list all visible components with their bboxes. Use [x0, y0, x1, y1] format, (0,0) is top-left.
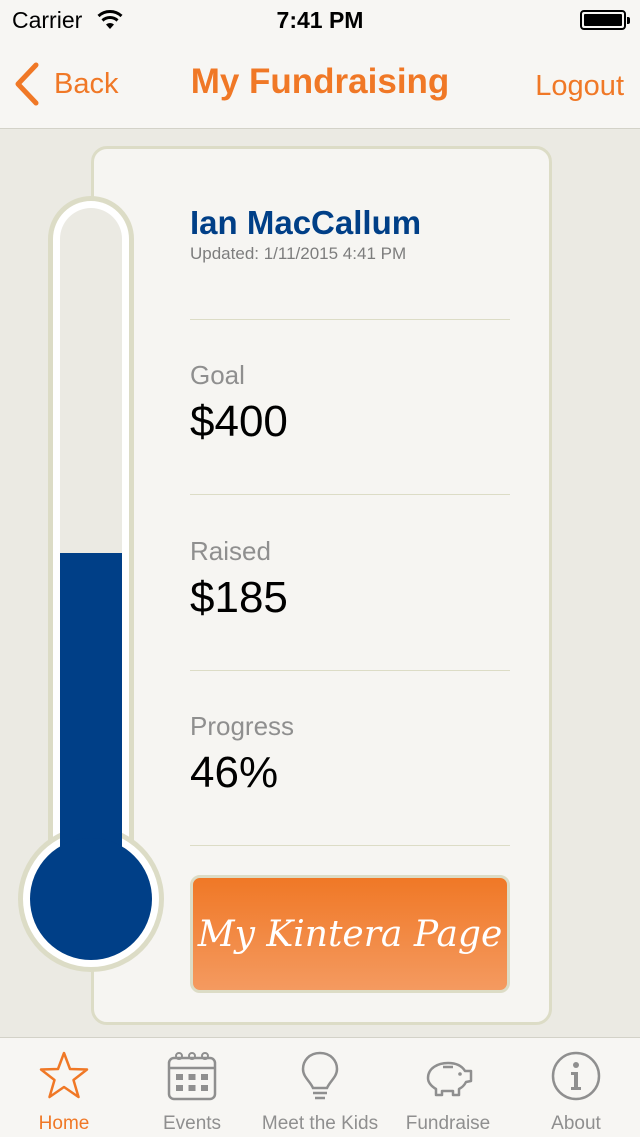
tab-label-meet-the-kids: Meet the Kids — [261, 1113, 379, 1134]
tab-events[interactable]: Events — [128, 1038, 256, 1137]
tab-label-events: Events — [162, 1113, 222, 1134]
divider — [190, 319, 510, 320]
battery-icon — [580, 10, 630, 30]
my-kintera-page-button[interactable]: My Kintera Page — [190, 875, 510, 993]
divider — [190, 845, 510, 846]
progress-value: 46% — [190, 748, 279, 797]
goal-value: $400 — [190, 397, 288, 446]
tab-label-about: About — [551, 1113, 601, 1134]
tab-fundraise[interactable]: Fundraise — [384, 1038, 512, 1137]
star-icon — [39, 1051, 89, 1099]
raised-label: Raised — [190, 536, 271, 566]
piggy-bank-icon — [426, 1061, 473, 1097]
tab-label-home: Home — [38, 1113, 90, 1134]
status-time: 7:41 PM — [276, 7, 364, 33]
navigation-bar: Back My Fundraising Logout — [0, 40, 640, 129]
thermometer-bulb — [30, 838, 152, 960]
tab-bar: Home Events Meet the Kids Fundraise Abou… — [0, 1037, 640, 1137]
thermometer-tube — [60, 208, 122, 888]
updated-timestamp: Updated: 1/11/2015 4:41 PM — [190, 244, 407, 263]
fundraiser-name: Ian MacCallum — [190, 204, 422, 241]
lightbulb-icon — [301, 1051, 339, 1100]
tab-home[interactable]: Home — [0, 1038, 128, 1137]
raised-value: $185 — [190, 573, 288, 622]
tab-label-fundraise: Fundraise — [405, 1113, 491, 1134]
progress-label: Progress — [190, 711, 295, 741]
divider — [190, 494, 510, 495]
divider — [190, 670, 510, 671]
kintera-button-label: My Kintera Page — [197, 913, 503, 955]
goal-label: Goal — [190, 360, 245, 390]
logout-button[interactable]: Logout — [535, 70, 624, 103]
info-icon — [551, 1051, 601, 1101]
tab-about[interactable]: About — [512, 1038, 640, 1137]
calendar-icon — [167, 1052, 217, 1101]
tab-meet-the-kids[interactable]: Meet the Kids — [256, 1038, 384, 1137]
status-bar: Carrier 7:41 PM — [0, 0, 640, 40]
